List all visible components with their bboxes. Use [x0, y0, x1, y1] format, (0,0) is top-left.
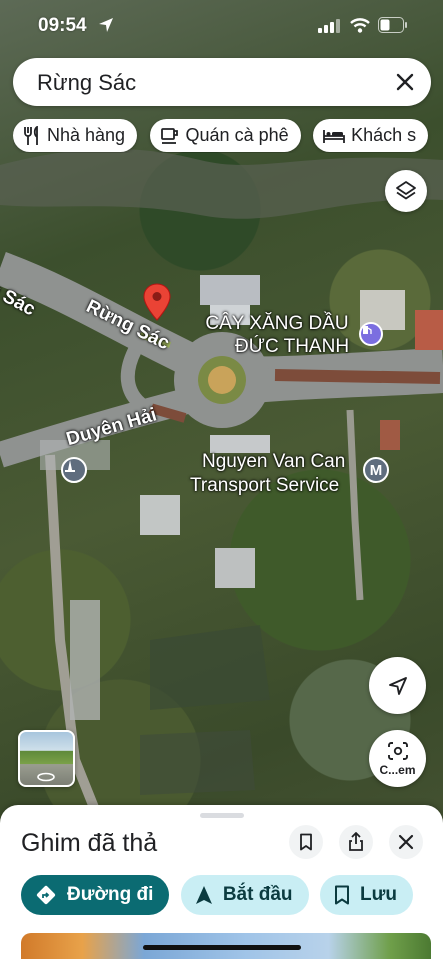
- location-arrow-icon: [99, 18, 113, 32]
- directions-icon: [36, 885, 56, 905]
- cellular-signal-icon: [318, 19, 340, 33]
- camera-lens-icon: [387, 741, 408, 760]
- wifi-icon: [350, 18, 370, 33]
- coffee-icon: [160, 127, 178, 144]
- bookmark-button[interactable]: [289, 825, 323, 859]
- poi-label-line1: Nguyen Van Can: [202, 451, 346, 472]
- directions-button[interactable]: Đường đi: [21, 875, 170, 915]
- place-sheet[interactable]: Ghim đã thả Đường đi Bắt đầu Lưu: [0, 805, 443, 959]
- close-icon: [398, 834, 414, 850]
- lens-label: C...em: [379, 762, 416, 777]
- my-location-button[interactable]: [369, 657, 426, 714]
- status-time: 09:54: [38, 15, 87, 36]
- dropped-pin-icon[interactable]: [143, 283, 171, 321]
- home-indicator[interactable]: [143, 945, 301, 950]
- search-bar[interactable]: Rừng Sác: [13, 58, 431, 106]
- hotel-icon: [323, 129, 345, 143]
- poi-label-line2: Transport Service: [190, 475, 340, 496]
- share-icon: [349, 832, 363, 851]
- street-view-thumbnail[interactable]: [18, 730, 75, 787]
- lens-button[interactable]: C...em: [369, 730, 426, 787]
- category-chips: Nhà hàng Quán cà phê Khách s: [13, 119, 443, 153]
- sheet-title: Ghim đã thả: [21, 829, 158, 857]
- start-button[interactable]: Bắt đầu: [180, 875, 309, 915]
- battery-icon: [378, 17, 407, 33]
- poi-label-transport[interactable]: Nguyen Van Can Transport Service: [190, 450, 345, 498]
- save-label: Lưu: [359, 884, 397, 905]
- chip-hotels[interactable]: Khách s: [313, 119, 429, 152]
- action-buttons: Đường đi Bắt đầu Lưu: [21, 875, 420, 915]
- poi-label-line1: CÂY XĂNG DẦU: [205, 313, 349, 334]
- bookmark-icon: [300, 833, 312, 851]
- restaurant-icon: [24, 125, 38, 145]
- chip-label: Khách s: [351, 125, 417, 145]
- chip-label: Quán cà phê: [185, 125, 289, 145]
- status-bar: 09:54: [0, 0, 443, 50]
- directions-label: Đường đi: [67, 884, 154, 905]
- chip-restaurants[interactable]: Nhà hàng: [13, 119, 138, 152]
- layers-button[interactable]: [385, 170, 427, 212]
- sheet-drag-handle[interactable]: [200, 813, 244, 818]
- gas-station-icon[interactable]: [359, 322, 383, 346]
- monument-icon[interactable]: [61, 457, 87, 483]
- close-sheet-button[interactable]: [389, 825, 423, 859]
- navigation-icon: [195, 886, 212, 904]
- poi-label-line2: ĐỨC THANH: [235, 336, 350, 357]
- metro-icon[interactable]: M: [363, 457, 389, 483]
- search-query[interactable]: Rừng Sác: [37, 70, 136, 96]
- clear-search-icon[interactable]: [393, 70, 417, 94]
- layers-icon: [396, 181, 416, 200]
- start-label: Bắt đầu: [222, 884, 293, 905]
- navigation-arrow-icon: [388, 676, 407, 695]
- save-button[interactable]: Lưu: [319, 875, 413, 915]
- share-button[interactable]: [339, 825, 373, 859]
- bookmark-icon: [334, 885, 349, 905]
- rotate-360-icon: [37, 772, 55, 782]
- poi-label-gas-station[interactable]: CÂY XĂNG DẦU ĐỨC THANH: [205, 312, 349, 358]
- chip-label: Nhà hàng: [47, 125, 126, 145]
- chip-cafes[interactable]: Quán cà phê: [149, 119, 301, 152]
